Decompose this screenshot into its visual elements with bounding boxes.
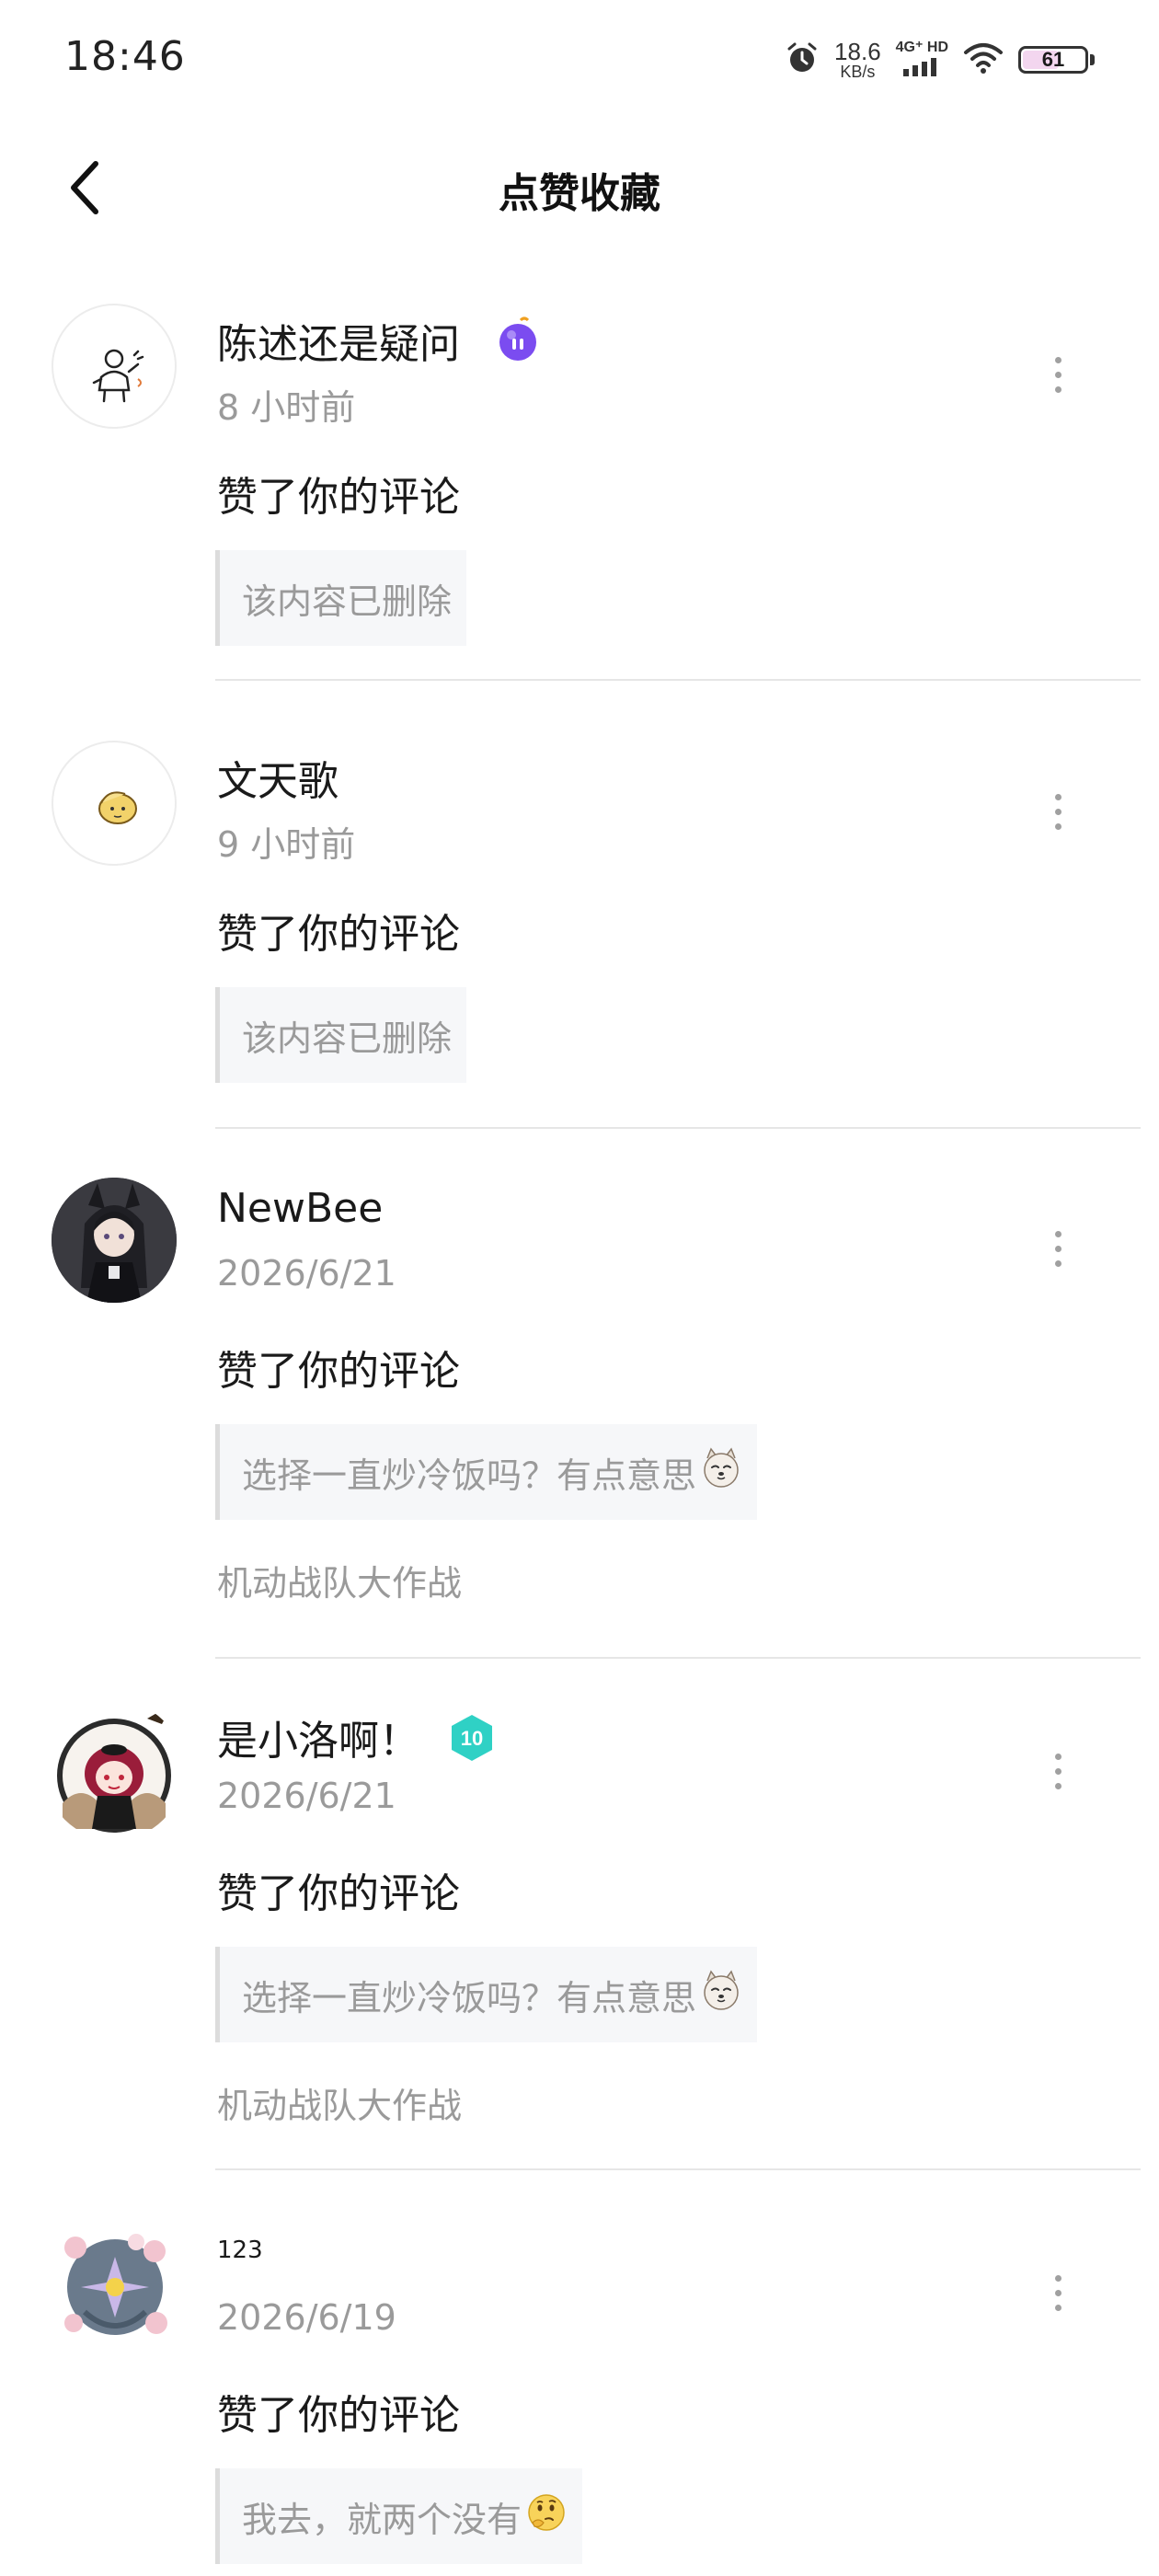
battery-body: 61 xyxy=(1018,46,1088,74)
alarm-icon xyxy=(785,40,820,79)
more-options-button[interactable] xyxy=(1039,1216,1076,1281)
net-speed: 18.6 KB/s xyxy=(834,40,881,80)
quoted-comment[interactable]: 该内容已删除 xyxy=(215,987,467,1083)
notification-item[interactable]: 文天歌 9 小时前 赞了你的评论 该内容已删除 xyxy=(0,731,1159,1129)
net-speed-value: 18.6 xyxy=(834,38,881,65)
notification-item[interactable]: NewBee 2026/6/21 赞了你的评论 选择一直炒冷饭吗？有点意思 机动… xyxy=(0,1168,1159,1659)
quoted-comment[interactable]: 选择一直炒冷饭吗？有点意思 xyxy=(215,1947,758,2042)
user-name[interactable]: 文天歌 xyxy=(217,748,339,807)
dog-face-emoji-icon xyxy=(700,1446,742,1498)
notification-item[interactable]: 123 2026/6/19 赞了你的评论 我去，就两个没有 xyxy=(0,2213,1159,2576)
source-link[interactable]: 机动战队大作战 xyxy=(217,2077,462,2128)
dot xyxy=(1054,1782,1061,1789)
action-text: 赞了你的评论 xyxy=(217,911,460,958)
page-title: 点赞收藏 xyxy=(499,170,660,217)
dot xyxy=(1054,822,1061,830)
user-name[interactable]: 123 xyxy=(217,2237,263,2264)
level-badge: 10 xyxy=(447,1713,497,1766)
battery-cap xyxy=(1090,54,1095,65)
dot xyxy=(1054,356,1061,363)
notification-item[interactable]: 是小洛啊！ 10 2026/6/21 赞了你的评论 选择一直炒冷饭吗？有点意思 … xyxy=(0,1691,1159,2170)
signal-indicator: 4G⁺ HD xyxy=(896,40,948,80)
quoted-comment-text: 该内容已删除 xyxy=(242,1018,453,1059)
dot xyxy=(1054,2304,1061,2311)
timestamp: 9 小时前 xyxy=(217,824,356,865)
quoted-comment-text: 选择一直炒冷饭吗？有点意思 xyxy=(242,1455,697,1496)
dot xyxy=(1054,793,1061,800)
avatar[interactable] xyxy=(52,304,177,429)
user-name[interactable]: NewBee xyxy=(217,1185,383,1232)
quoted-comment[interactable]: 我去，就两个没有 xyxy=(215,2468,583,2564)
quoted-comment-text: 该内容已删除 xyxy=(242,581,453,622)
action-text: 赞了你的评论 xyxy=(217,1348,460,1395)
user-name[interactable]: 是小洛啊！ xyxy=(217,1708,419,1766)
thinking-face-emoji-icon xyxy=(525,2491,568,2542)
dot xyxy=(1054,385,1061,393)
action-text: 赞了你的评论 xyxy=(217,474,460,521)
more-options-button[interactable] xyxy=(1039,1739,1076,1803)
avatar[interactable] xyxy=(44,1700,184,1840)
battery-icon: 61 xyxy=(1018,46,1095,74)
header: 点赞收藏 xyxy=(0,138,1159,239)
signal-label: 4G⁺ HD xyxy=(895,40,948,55)
quoted-comment-text: 选择一直炒冷饭吗？有点意思 xyxy=(242,1977,697,2018)
dot xyxy=(1054,1259,1061,1267)
avatar[interactable] xyxy=(52,1178,177,1303)
dot xyxy=(1054,808,1061,815)
dot xyxy=(1054,2274,1061,2282)
timestamp: 2026/6/21 xyxy=(217,1253,396,1294)
dot xyxy=(1054,371,1061,378)
dot xyxy=(1054,1753,1061,1760)
dot xyxy=(1054,2289,1061,2296)
source-link[interactable]: 机动战队大作战 xyxy=(217,1555,462,1605)
battery-level: 61 xyxy=(1041,48,1065,71)
more-options-button[interactable] xyxy=(1039,2260,1076,2325)
quoted-comment-text: 我去，就两个没有 xyxy=(242,2499,522,2540)
divider xyxy=(215,679,1141,681)
action-text: 赞了你的评论 xyxy=(217,1870,460,1917)
user-name[interactable]: 陈述还是疑问 xyxy=(217,311,460,370)
purple-bomb-badge-icon xyxy=(497,315,539,366)
level-badge-text: 10 xyxy=(461,1727,483,1750)
action-text: 赞了你的评论 xyxy=(217,2392,460,2439)
divider xyxy=(215,1657,1141,1659)
quoted-comment[interactable]: 选择一直炒冷饭吗？有点意思 xyxy=(215,1424,758,1520)
dot xyxy=(1054,1767,1061,1775)
status-bar: 18:46 18.6 KB/s 4G⁺ HD 61 xyxy=(0,0,1159,121)
notification-item[interactable]: 陈述还是疑问 8 小时前 赞了你的评论 该内容已删除 xyxy=(0,294,1159,681)
signal-icon xyxy=(901,56,942,80)
timestamp: 8 小时前 xyxy=(217,387,356,428)
wifi-icon xyxy=(963,41,1004,78)
dot xyxy=(1054,1230,1061,1237)
net-speed-unit: KB/s xyxy=(840,63,876,81)
more-options-button[interactable] xyxy=(1039,342,1076,407)
more-options-button[interactable] xyxy=(1039,779,1076,844)
dot xyxy=(1054,1245,1061,1252)
avatar[interactable] xyxy=(48,2220,182,2354)
status-icons: 18.6 KB/s 4G⁺ HD 61 xyxy=(785,37,1095,83)
divider xyxy=(215,1127,1141,1129)
dog-face-emoji-icon xyxy=(700,1969,742,2020)
divider xyxy=(215,2168,1141,2170)
timestamp: 2026/6/21 xyxy=(217,1776,396,1816)
status-time: 18:46 xyxy=(64,33,186,80)
avatar[interactable] xyxy=(52,741,177,866)
timestamp: 2026/6/19 xyxy=(217,2297,396,2338)
quoted-comment[interactable]: 该内容已删除 xyxy=(215,550,467,646)
